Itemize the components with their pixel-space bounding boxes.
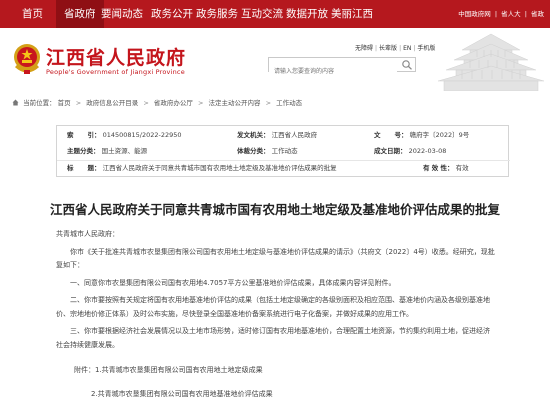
meta-val-validity: 有效 <box>455 164 469 172</box>
document-title: 江西省人民政府关于同意共青城市国有农用地土地定级及基准地价评估成果的批复 <box>49 202 500 217</box>
link-english[interactable]: EN <box>403 45 411 52</box>
breadcrumb-statutory-content[interactable]: 法定主动公开内容 <box>208 97 260 107</box>
nav-item-open-data[interactable]: 数据开放 <box>286 0 328 28</box>
top-nav-bar: 首页 省政府 要闻动态 政务公开 政务服务 互动交流 数据开放 美丽江西 中国政… <box>0 0 550 28</box>
nav-item-province-gov[interactable]: 省政府 <box>56 0 104 28</box>
search-icon[interactable] <box>401 59 413 70</box>
breadcrumb-label: 当前位置： <box>23 99 56 107</box>
top-links: 中国政府网 | 省人大 | 省政 <box>458 0 544 28</box>
nav-item-news[interactable]: 要闻动态 <box>101 0 143 28</box>
meta-val-issuer: 江西省人民政府 <box>271 131 318 139</box>
link-china-gov[interactable]: 中国政府网 <box>458 0 491 28</box>
meta-val-index: 014500815/2022-22950 <box>102 131 182 139</box>
nav-item-gov-affairs-open[interactable]: 政务公开 <box>151 0 193 28</box>
search-input[interactable] <box>269 65 397 78</box>
breadcrumb-home[interactable]: 首页 <box>58 97 71 107</box>
attachment-item[interactable]: 附件：1.共青城市农垦集团有限公司国有农用地土地定级成果 <box>56 364 496 378</box>
document-paragraph: 你市《关于批准共青城市农垦集团有限公司国有农用地土地定级与基准地价评估成果的请示… <box>56 247 495 270</box>
meta-val-type: 工作动态 <box>271 147 298 155</box>
meta-key-docno: 文 <box>374 131 381 139</box>
site-subtitle: People's Government of Jiangxi Province <box>46 68 185 76</box>
document-paragraph: 二、你市要按照有关规定将国有农用地基准地价评估的成果（包括土地定级确定的各级别面… <box>56 296 490 318</box>
nav-item-home[interactable]: 首页 <box>22 0 43 28</box>
breadcrumb-info-catalog[interactable]: 政府信息公开目录 <box>86 97 138 107</box>
breadcrumb-general-office[interactable]: 省政府办公厅 <box>154 97 193 107</box>
document-paragraph: 一、同意你市农垦集团有限公司国有农用地4.7057平方公里基准地价评估成果，具体… <box>70 278 396 287</box>
meta-key-index: 索 <box>67 131 74 139</box>
nav-item-beautiful-jiangxi[interactable]: 美丽江西 <box>331 0 373 28</box>
document-body: 共青城市人民政府： 你市《关于批准共青城市农垦集团有限公司国有农用地土地定级与基… <box>56 228 496 405</box>
breadcrumb: 当前位置： 首页 > 政府信息公开目录 > 省政府办公厅 > 法定主动公开内容 … <box>12 97 302 109</box>
link-provincial-cppcc[interactable]: 省政 <box>531 0 544 28</box>
meta-val-topic: 国土资源、能源 <box>101 147 148 155</box>
meta-key-date: 成文日期： <box>374 147 407 155</box>
nav-item-gov-services[interactable]: 政务服务 <box>196 0 238 28</box>
meta-val-docno: 赣府字〔2022〕9号 <box>409 131 470 139</box>
meta-row: 主题分类： 国土资源、能源 体裁分类： 工作动态 成文日期： 2022-03-0… <box>57 144 510 159</box>
national-emblem-icon <box>14 44 40 74</box>
search-box <box>268 57 416 78</box>
attachment-item[interactable]: 2.共青城市农垦集团有限公司国有农用地基准地价评估成果 <box>56 388 496 402</box>
meta-key-issuer: 发文机关： <box>237 131 270 139</box>
meta-key-docno-2: 号： <box>394 131 408 139</box>
document-meta-table: 索引： 014500815/2022-22950 发文机关： 江西省人民政府 文… <box>56 125 510 177</box>
breadcrumb-work-updates[interactable]: 工作动态 <box>276 97 302 107</box>
meta-key-type: 体裁分类： <box>237 147 270 155</box>
tengwang-pavilion-icon <box>437 33 545 91</box>
link-elder-version[interactable]: 长辈版 <box>379 43 397 52</box>
document-salutation: 共青城市人民政府： <box>56 230 119 238</box>
utility-links: 无障碍 | 长辈版 | EN | 手机版 <box>355 43 436 52</box>
meta-key-topic: 主题分类： <box>67 147 100 155</box>
meta-row: 标 题： 江西省人民政府关于同意共青城市国有农用地土地定级及基准地价评估成果的批复… <box>57 160 510 175</box>
location-icon <box>12 99 19 106</box>
site-header: 江西省人民政府 People's Government of Jiangxi P… <box>0 28 550 91</box>
nav-item-interaction[interactable]: 互动交流 <box>241 0 283 28</box>
meta-val-date: 2022-03-08 <box>408 147 447 155</box>
link-provincial-npc[interactable]: 省人大 <box>501 0 521 28</box>
meta-key-title-2: 题： <box>87 164 101 172</box>
site-title[interactable]: 江西省人民政府 <box>46 43 186 70</box>
meta-row: 索引： 014500815/2022-22950 发文机关： 江西省人民政府 文… <box>57 128 510 143</box>
meta-key-validity: 有 效 性： <box>423 164 454 172</box>
meta-key-title: 标 <box>67 164 74 172</box>
document-paragraph: 三、你市要根据经济社会发展情况以及土地市场形势，适时修订国有农用地基准地价，合理… <box>56 327 490 349</box>
link-accessibility[interactable]: 无障碍 <box>355 43 373 52</box>
meta-val-title: 江西省人民政府关于同意共青城市国有农用地土地定级及基准地价评估成果的批复 <box>102 164 337 172</box>
